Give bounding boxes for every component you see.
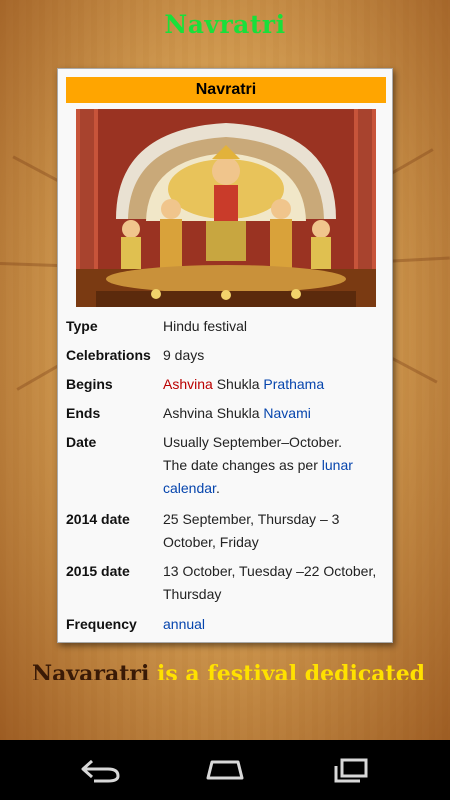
type-value: Hindu festival	[163, 318, 248, 334]
home-button[interactable]	[195, 752, 255, 788]
recent-apps-icon	[334, 758, 368, 783]
annual-link[interactable]: annual	[163, 613, 385, 636]
infobox: Navratri Type Hindu festival Celebration…	[57, 68, 393, 643]
app-title: Navratri	[164, 10, 286, 39]
scrolling-description: Navaratri is a festival dedicated	[32, 654, 425, 680]
infobox-header: Navratri	[66, 77, 386, 103]
begins-text: Shukla	[212, 376, 264, 392]
marquee-word: Navaratri	[32, 661, 150, 680]
marquee-rest: is a festival dedicated	[149, 661, 426, 680]
date-line1: Usually September–October.	[163, 434, 342, 450]
home-icon	[206, 760, 244, 780]
begins-value: Ashvina Shukla Prathama	[163, 373, 385, 396]
navami-link[interactable]: Navami	[263, 405, 310, 421]
date-label: Date	[66, 434, 97, 450]
date-2015-value: 13 October, Tuesday –22 October, Thursda…	[163, 563, 377, 602]
ashvina-link[interactable]: Ashvina	[163, 376, 213, 392]
frequency-label: Frequency	[66, 616, 137, 632]
celebrations-value: 9 days	[163, 347, 205, 363]
ends-value: Ashvina Shukla Navami	[163, 402, 385, 425]
prathama-link[interactable]: Prathama	[263, 376, 324, 392]
recent-apps-button[interactable]	[320, 752, 380, 788]
date-text: The date changes as per	[163, 457, 322, 473]
date-period: .	[215, 480, 220, 496]
ends-text: Ashvina Shukla	[163, 405, 264, 421]
app-screen: Navratri Navratri Type Hindu festival Ce…	[0, 0, 450, 740]
celebrations-label: Celebrations	[66, 347, 151, 363]
back-icon	[81, 759, 120, 783]
date-2015-label: 2015 date	[66, 563, 130, 579]
begins-label: Begins	[66, 376, 113, 392]
durga-idol-image[interactable]	[76, 109, 376, 307]
date-value: Usually September–October. The date chang…	[163, 431, 385, 500]
date-2014-label: 2014 date	[66, 511, 130, 527]
system-nav-bar	[0, 740, 450, 800]
back-button[interactable]	[70, 752, 130, 788]
date-2014-value: 25 September, Thursday – 3 October, Frid…	[163, 511, 340, 550]
type-label: Type	[66, 318, 98, 334]
ends-label: Ends	[66, 405, 101, 421]
